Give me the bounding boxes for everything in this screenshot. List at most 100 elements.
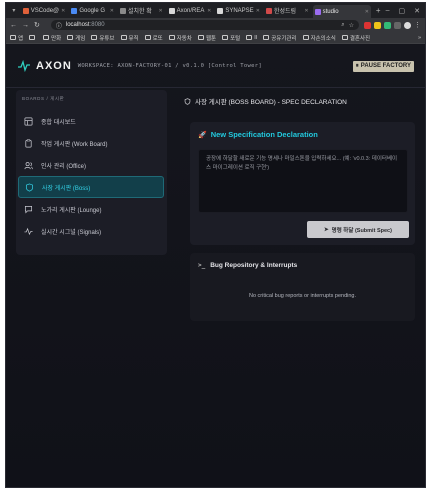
sidebar-item-boss[interactable]: 사장 게시판 (Boss) <box>18 176 164 198</box>
bookmark-item[interactable]: 포털 <box>222 34 240 42</box>
profile-avatar[interactable] <box>404 21 411 29</box>
bookmarks-bar: 앱 만화 게임 유튜브 뮤직 로또 자동차 웹툰 포털 II 공유기관리 자손의소식 결혼사진 » <box>6 32 425 44</box>
tab-studio[interactable]: studio ✕ <box>312 5 371 18</box>
brand-name: AXON <box>36 60 72 72</box>
folder-icon <box>302 35 309 40</box>
address-toolbar: ← → ↻ ⓘ localhost:8080 ⌕ ☆ ⋮ <box>6 18 425 32</box>
bookmark-item[interactable]: 앱 <box>10 34 23 42</box>
extension-yellow-icon[interactable] <box>374 21 381 29</box>
google-favicon-icon <box>71 7 78 14</box>
extension-gray-icon[interactable] <box>394 21 401 29</box>
bookmark-label: 웹툰 <box>205 35 217 42</box>
folder-icon <box>43 35 50 40</box>
spec-input[interactable]: 공장에 하달할 새로운 기능 명세나 마일스톤을 입력하세요... (예: 'v… <box>198 149 408 213</box>
bookmark-item[interactable]: II <box>246 35 257 41</box>
close-tab-icon[interactable]: ✕ <box>110 8 114 14</box>
dashboard-icon <box>24 117 33 125</box>
tab-search-icon[interactable]: ▾ <box>9 6 19 16</box>
bookmark-item[interactable]: 공유기관리 <box>263 34 297 42</box>
tab-installed[interactable]: 설치한 확 ✕ <box>118 5 165 17</box>
sidebar-item-label: 인사 관리 (Office) <box>41 163 86 170</box>
back-icon[interactable]: ← <box>10 22 17 29</box>
chat-icon <box>24 205 33 214</box>
bookmark-label: 만화 <box>51 35 62 42</box>
close-tab-icon[interactable]: ✕ <box>304 8 308 14</box>
bookmark-item[interactable] <box>29 35 37 40</box>
bookmark-label: 포털 <box>230 35 241 42</box>
bookmark-label: 유튜브 <box>99 35 115 42</box>
shield-icon <box>25 183 34 191</box>
menu-dots-icon[interactable]: ⋮ <box>414 21 421 29</box>
extension-red-icon[interactable] <box>364 21 371 29</box>
sidebar-item-lounge[interactable]: 노가리 게시판 (Lounge) <box>18 198 164 220</box>
maximize-icon[interactable]: ▢ <box>399 7 406 15</box>
bookmark-item[interactable]: 웹툰 <box>197 34 217 42</box>
url-bar[interactable]: ⓘ localhost:8080 ⌕ ☆ <box>50 20 359 30</box>
extension-green-icon[interactable] <box>384 21 391 29</box>
spec-placeholder: 공장에 하달할 새로운 기능 명세나 마일스톤을 입력하세요... (예: 'v… <box>206 156 398 171</box>
sidebar-title: BOARDS / 게시판 <box>22 96 65 101</box>
tab-axon-readme[interactable]: Axon/REA ✕ <box>167 5 214 17</box>
send-icon: ➤ <box>324 226 329 233</box>
bookmark-label: 공유기관리 <box>271 35 297 42</box>
bookmark-label: 앱 <box>18 35 24 42</box>
studio-favicon-icon <box>314 8 321 15</box>
window-controls: – ▢ ✕ <box>386 7 425 15</box>
sidebar-item-label: 노가리 게시판 (Lounge) <box>41 207 102 214</box>
bookmark-item[interactable]: 만화 <box>43 34 61 42</box>
bookmark-item[interactable]: 자손의소식 <box>302 34 336 42</box>
bookmarks-overflow-icon[interactable]: » <box>418 35 421 41</box>
tab-hansung[interactable]: 한성드림 ✕ <box>264 5 311 17</box>
bookmark-item[interactable]: 게임 <box>67 34 85 42</box>
bookmark-item[interactable]: 결혼사진 <box>341 34 370 42</box>
spec-heading: 🚀 New Specification Declaration <box>198 130 318 139</box>
forward-icon[interactable]: → <box>22 22 29 29</box>
folder-icon <box>222 35 229 40</box>
bookmark-item[interactable]: 유튜브 <box>91 34 115 42</box>
tab-strip: ▾ VSCode@ ✕ Google G ✕ 설치한 확 ✕ Axon/REA ✕ SY… <box>6 3 425 18</box>
close-window-icon[interactable]: ✕ <box>414 7 420 15</box>
close-tab-icon[interactable]: ✕ <box>365 9 369 15</box>
site-info-icon[interactable]: ⓘ <box>56 21 62 30</box>
users-icon <box>24 161 33 169</box>
browser-window: ▾ VSCode@ ✕ Google G ✕ 설치한 확 ✕ Axon/REA ✕ SY… <box>5 2 426 488</box>
bookmark-label: 뮤직 <box>128 35 139 42</box>
folder-icon <box>144 35 151 40</box>
tab-vscode[interactable]: VSCode@ ✕ <box>21 5 68 17</box>
bookmark-item[interactable]: 뮤직 <box>120 34 139 42</box>
sidebar-item-dashboard[interactable]: 종합 대시보드 <box>18 110 164 132</box>
site-favicon-icon <box>265 7 272 14</box>
folder-icon <box>10 35 16 40</box>
close-tab-icon[interactable]: ✕ <box>61 8 65 14</box>
minimize-icon[interactable]: – <box>386 7 390 15</box>
close-tab-icon[interactable]: ✕ <box>207 8 211 14</box>
close-tab-icon[interactable]: ✕ <box>158 8 162 14</box>
bugs-heading: >_ Bug Repository & Interrupts <box>198 262 298 269</box>
github-favicon-icon <box>217 7 224 14</box>
sidebar-item-office[interactable]: 인사 관리 (Office) <box>18 154 164 176</box>
tab-synapse[interactable]: SYNAPSE ✕ <box>215 5 262 17</box>
folder-icon <box>29 35 36 40</box>
folder-icon <box>263 35 270 40</box>
extensions-area: ⋮ <box>364 21 421 29</box>
bookmark-label: II <box>254 34 258 41</box>
folder-icon <box>67 35 74 40</box>
submit-spec-button[interactable]: ➤ 명령 하달 (Submit Spec) <box>307 221 409 238</box>
zoom-icon[interactable]: ⌕ <box>341 22 344 29</box>
sidebar-item-label: 사장 게시판 (Boss) <box>42 185 91 192</box>
reload-icon[interactable]: ↻ <box>34 21 40 29</box>
terminal-icon: >_ <box>198 262 206 269</box>
new-tab-icon[interactable]: + <box>373 6 384 15</box>
github-favicon-icon <box>168 7 175 14</box>
sidebar-item-signals[interactable]: 실시간 시그널 (Signals) <box>18 220 164 242</box>
shield-icon <box>184 97 191 105</box>
bookmark-star-icon[interactable]: ☆ <box>349 22 354 29</box>
pause-factory-button[interactable]: ⏸ PAUSE FACTORY <box>352 60 414 72</box>
pulse-logo-icon <box>18 59 30 73</box>
bookmark-item[interactable]: 로또 <box>144 34 163 42</box>
folder-icon <box>197 35 204 40</box>
bookmark-item[interactable]: 자동차 <box>168 34 192 42</box>
sidebar-item-work-board[interactable]: 작업 게시판 (Work Board) <box>18 132 164 154</box>
tab-google[interactable]: Google G ✕ <box>69 5 116 17</box>
close-tab-icon[interactable]: ✕ <box>256 8 260 14</box>
